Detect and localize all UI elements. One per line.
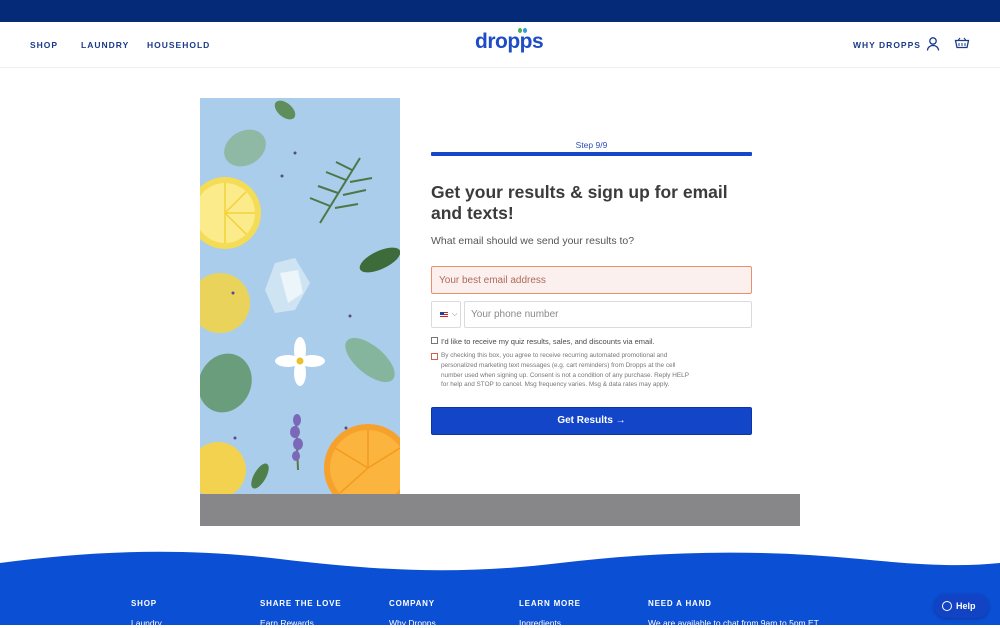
quiz-subheading: What email should we send your results t…: [431, 235, 635, 247]
footer-col-share-title: SHARE THE LOVE: [260, 599, 342, 608]
chat-bubble-icon: [942, 601, 952, 611]
account-icon[interactable]: [925, 36, 941, 52]
nav-household-link[interactable]: HOUSEHOLD: [147, 40, 210, 50]
sms-consent-checkbox[interactable]: [431, 353, 438, 360]
chevron-down-icon: ⌵: [452, 311, 458, 318]
dropps-logo[interactable]: dropps: [475, 28, 544, 54]
get-results-button[interactable]: Get Results →: [431, 407, 752, 435]
top-announcement-bar: [0, 0, 1000, 22]
footer-link-earn-rewards[interactable]: Earn Rewards: [260, 618, 314, 628]
nav-why-dropps-link[interactable]: WHY DROPPS: [853, 40, 921, 50]
nav-shop-link[interactable]: SHOP: [30, 40, 58, 50]
footer-link-why-dropps[interactable]: Why Dropps: [389, 618, 436, 628]
quiz-hero-image: [200, 98, 400, 494]
quiz-progress-bar: [431, 152, 752, 156]
footer-col-shop-title: SHOP: [131, 599, 157, 608]
quiz-step-indicator: Step 9/9: [575, 140, 608, 150]
country-code-select[interactable]: ⌵: [431, 301, 461, 328]
email-input[interactable]: [431, 266, 752, 294]
us-flag-icon: [440, 312, 448, 318]
footer-link-laundry[interactable]: Laundry: [131, 618, 162, 628]
nav-laundry-link[interactable]: LAUNDRY: [81, 40, 129, 50]
cart-icon[interactable]: [954, 36, 970, 52]
footer-link-ingredients[interactable]: Ingredients: [519, 618, 561, 628]
footer-col-company-title: COMPANY: [389, 599, 435, 608]
logo-droplet-green: [518, 28, 522, 33]
email-consent-label: I'd like to receive my quiz results, sal…: [441, 337, 655, 346]
main-navigation: SHOP LAUNDRY HOUSEHOLD dropps WHY DROPPS: [0, 22, 1000, 68]
quiz-heading: Get your results & sign up for email and…: [431, 182, 728, 223]
sms-consent-text: By checking this box, you agree to recei…: [441, 352, 689, 389]
help-label: Help: [956, 601, 976, 611]
footer: [0, 545, 1000, 625]
email-consent-checkbox[interactable]: [431, 337, 438, 344]
help-chat-button[interactable]: Help: [934, 594, 989, 618]
footer-chat-hours: We are available to chat from 9am to 5pm…: [648, 618, 819, 628]
footer-col-help-title: NEED A HAND: [648, 599, 712, 608]
card-bottom-strip: [200, 494, 800, 526]
logo-text: dropps: [475, 30, 544, 53]
phone-input[interactable]: [464, 301, 752, 328]
logo-droplet-blue: [523, 28, 527, 33]
footer-col-learn-title: LEARN MORE: [519, 599, 581, 608]
